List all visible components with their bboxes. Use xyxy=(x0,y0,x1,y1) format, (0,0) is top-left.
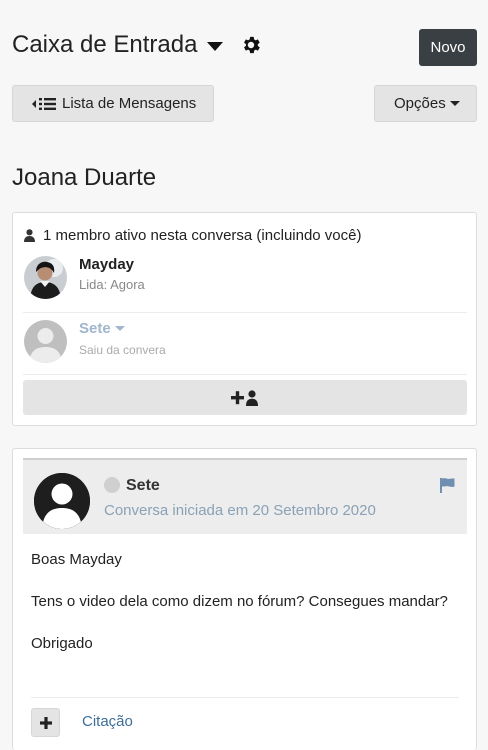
caret-down-icon[interactable] xyxy=(207,42,224,51)
members-summary: 1 membro ativo nesta conversa (incluindo… xyxy=(24,227,362,244)
gear-icon[interactable] xyxy=(240,34,262,56)
member-status: Lida: Agora xyxy=(79,277,145,292)
post-header: Sete Conversa iniciada em 20 Setembro 20… xyxy=(23,458,467,534)
user-icon xyxy=(24,229,35,242)
add-user-icon xyxy=(231,389,258,406)
post-body: Boas Mayday Tens o video dela como dizem… xyxy=(31,547,461,673)
members-summary-text: 1 membro ativo nesta conversa (incluindo… xyxy=(43,227,362,244)
post-paragraph: Boas Mayday xyxy=(31,551,122,568)
caret-down-icon xyxy=(449,101,460,106)
member-name[interactable]: Mayday xyxy=(79,256,134,273)
multi-quote-button[interactable] xyxy=(31,708,60,737)
page-title[interactable]: Caixa de Entrada xyxy=(12,31,197,59)
member-item: Mayday Lida: Agora xyxy=(23,253,467,313)
avatar[interactable] xyxy=(34,473,90,529)
member-name[interactable]: Sete xyxy=(79,320,125,337)
add-member-button[interactable] xyxy=(23,380,467,415)
message-post: Sete Conversa iniciada em 20 Setembro 20… xyxy=(12,448,477,750)
flag-icon[interactable] xyxy=(439,477,455,493)
divider xyxy=(31,697,459,698)
member-name-text: Sete xyxy=(79,320,111,337)
plus-icon xyxy=(39,716,52,729)
post-paragraph: Tens o video dela como dizem no fórum? C… xyxy=(31,593,448,610)
avatar[interactable] xyxy=(24,320,67,363)
options-label: Opções xyxy=(394,95,446,112)
post-paragraph: Obrigado xyxy=(31,635,93,652)
options-button[interactable]: Opções xyxy=(374,85,477,122)
online-status-icon xyxy=(104,477,120,493)
conversation-title: Joana Duarte xyxy=(12,164,157,191)
message-list-label: Lista de Mensagens xyxy=(62,95,197,112)
member-item: Sete Saiu da convera xyxy=(23,317,467,375)
message-list-button[interactable]: Lista de Mensagens xyxy=(12,85,214,122)
caret-down-icon xyxy=(114,326,125,331)
inbox-header: Caixa de Entrada xyxy=(12,30,262,60)
members-panel: 1 membro ativo nesta conversa (incluindo… xyxy=(12,212,477,426)
member-status: Saiu da convera xyxy=(79,343,166,357)
quote-link[interactable]: Citação xyxy=(82,713,133,730)
list-icon xyxy=(32,97,56,110)
new-message-button[interactable]: Novo xyxy=(419,29,477,66)
post-author[interactable]: Sete xyxy=(126,477,160,495)
post-meta: Conversa iniciada em 20 Setembro 2020 xyxy=(104,502,376,519)
avatar[interactable] xyxy=(24,256,67,299)
